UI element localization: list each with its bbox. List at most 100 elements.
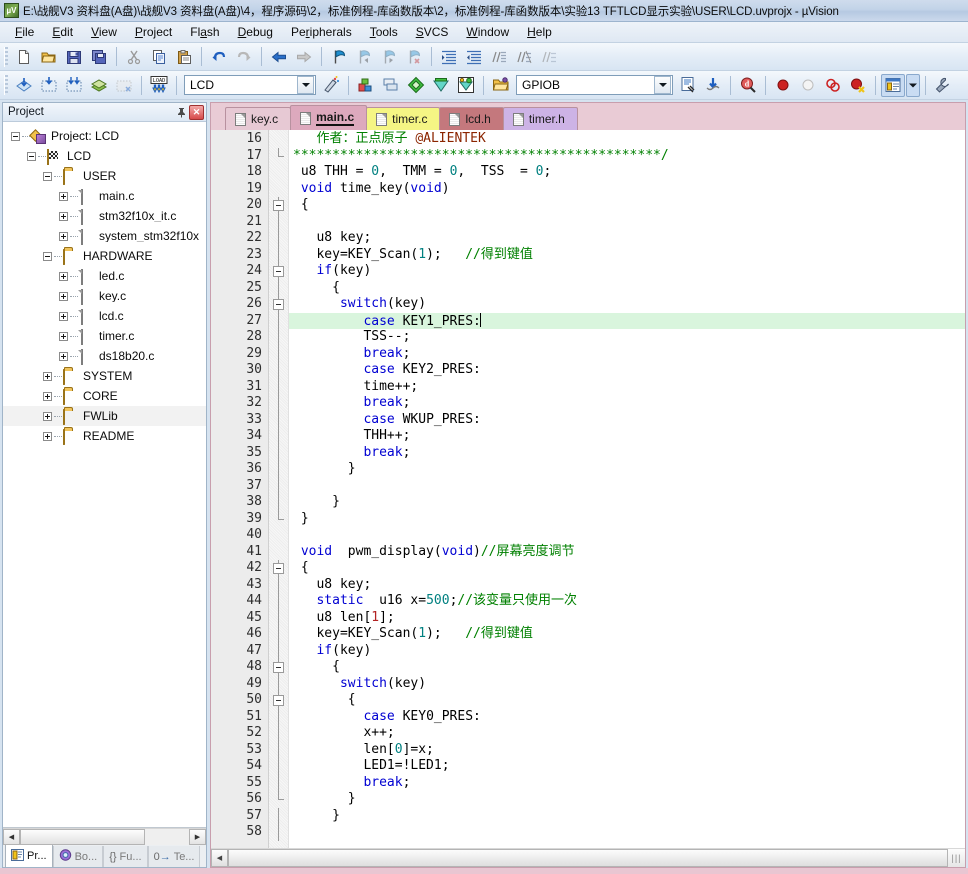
editor-tab-timer-h[interactable]: timer.h bbox=[502, 107, 578, 130]
tree-expander-minus-icon[interactable] bbox=[43, 251, 52, 261]
code-line[interactable] bbox=[289, 478, 965, 495]
bookmark-next-icon[interactable] bbox=[377, 45, 401, 68]
tree-expander-minus-icon[interactable] bbox=[27, 151, 36, 161]
code-line[interactable]: LED1=!LED1; bbox=[289, 758, 965, 775]
fold-collapse-icon[interactable] bbox=[273, 266, 284, 277]
build-icon[interactable] bbox=[37, 74, 61, 97]
copy-icon[interactable] bbox=[147, 45, 171, 68]
code-line[interactable]: key=KEY_Scan(1); //得到键值 bbox=[289, 247, 965, 264]
tree-item-core[interactable]: CORE bbox=[3, 386, 206, 406]
code-line[interactable]: time++; bbox=[289, 379, 965, 396]
pack-installer-icon[interactable] bbox=[404, 74, 428, 97]
code-line[interactable]: case KEY2_PRES: bbox=[289, 362, 965, 379]
resize-grip-icon[interactable]: ||| bbox=[948, 849, 965, 867]
bottom-tab-te[interactable]: 0→ Te... bbox=[147, 846, 201, 867]
comment-icon[interactable] bbox=[487, 45, 511, 68]
navigate-back-icon[interactable] bbox=[267, 45, 291, 68]
code-line[interactable]: } bbox=[289, 791, 965, 808]
chevron-down-icon[interactable] bbox=[297, 76, 314, 94]
bookmark-toggle-icon[interactable] bbox=[327, 45, 351, 68]
menu-tools[interactable]: Tools bbox=[361, 23, 407, 41]
tree-expander-plus-icon[interactable] bbox=[43, 371, 52, 381]
toolbar-grip[interactable] bbox=[4, 75, 8, 95]
code-line[interactable]: key=KEY_Scan(1); //得到键值 bbox=[289, 626, 965, 643]
chevron-down-icon[interactable] bbox=[654, 76, 671, 94]
menu-peripherals[interactable]: Peripherals bbox=[282, 23, 361, 41]
code-view[interactable]: 16 17 18 19 20 21 22 23 24 25 26 27 28 29 30 31 32 33 34 35… bbox=[211, 130, 965, 848]
code-line[interactable] bbox=[289, 824, 965, 841]
tree-expander-plus-icon[interactable] bbox=[43, 431, 52, 441]
code-line[interactable]: } bbox=[289, 461, 965, 478]
layout-dropdown-icon[interactable] bbox=[906, 73, 920, 97]
tree-item-lcd[interactable]: LCD bbox=[3, 146, 206, 166]
code-line[interactable]: ****************************************… bbox=[289, 148, 965, 165]
code-line[interactable]: void time_key(void) bbox=[289, 181, 965, 198]
tree-item-user[interactable]: USER bbox=[3, 166, 206, 186]
code-line[interactable]: { bbox=[289, 560, 965, 577]
tree-item-lcd-c[interactable]: lcd.c bbox=[3, 306, 206, 326]
code-line[interactable]: u8 THH = 0, TMM = 0, TSS = 0; bbox=[289, 164, 965, 181]
code-line[interactable] bbox=[289, 214, 965, 231]
code-line-current[interactable]: case KEY1_PRES: bbox=[289, 312, 965, 329]
code-line[interactable]: len[0]=x; bbox=[289, 742, 965, 759]
target-combo[interactable]: LCD bbox=[184, 75, 316, 95]
find-in-files-icon[interactable]: d bbox=[736, 74, 760, 97]
bookmark-clear-icon[interactable] bbox=[402, 45, 426, 68]
breakpoint-disable-all-icon[interactable] bbox=[821, 74, 845, 97]
source-browse-icon[interactable] bbox=[676, 74, 700, 97]
new-file-icon[interactable] bbox=[12, 45, 36, 68]
tree-item-led-c[interactable]: led.c bbox=[3, 266, 206, 286]
fold-marker[interactable] bbox=[269, 659, 288, 676]
editor-tab-timer-c[interactable]: timer.c bbox=[366, 107, 441, 130]
fold-collapse-icon[interactable] bbox=[273, 563, 284, 574]
menu-flash[interactable]: Flash bbox=[181, 23, 228, 41]
code-line[interactable]: { bbox=[289, 659, 965, 676]
tree-item-readme[interactable]: README bbox=[3, 426, 206, 446]
menu-edit[interactable]: Edit bbox=[43, 23, 82, 41]
fold-marker[interactable] bbox=[269, 692, 288, 709]
tree-item-project-lcd[interactable]: Project: LCD bbox=[3, 126, 206, 146]
menu-svcs[interactable]: SVCS bbox=[407, 23, 458, 41]
code-line[interactable]: break; bbox=[289, 775, 965, 792]
fold-marker[interactable] bbox=[269, 296, 288, 313]
fold-collapse-icon[interactable] bbox=[273, 200, 284, 211]
tree-expander-plus-icon[interactable] bbox=[59, 331, 68, 341]
tree-expander-plus-icon[interactable] bbox=[59, 191, 68, 201]
translate-icon[interactable] bbox=[12, 74, 36, 97]
save-icon[interactable] bbox=[62, 45, 86, 68]
code-line[interactable]: { bbox=[289, 280, 965, 297]
scroll-right-icon[interactable]: ▶ bbox=[189, 828, 206, 845]
uncomment-icon[interactable] bbox=[512, 45, 536, 68]
tree-expander-plus-icon[interactable] bbox=[59, 351, 68, 361]
tree-item-system[interactable]: SYSTEM bbox=[3, 366, 206, 386]
code-line[interactable]: 作者：正点原子 @ALIENTEK bbox=[289, 131, 965, 148]
target-options-icon[interactable] bbox=[319, 74, 343, 97]
batch-build-icon[interactable] bbox=[87, 74, 111, 97]
tree-expander-plus-icon[interactable] bbox=[59, 291, 68, 301]
scroll-left-icon[interactable]: ◀ bbox=[3, 828, 20, 845]
pin-icon[interactable] bbox=[174, 105, 189, 120]
project-tree[interactable]: Project: LCD LCD USER main.c stm32f10x_it.c s… bbox=[3, 122, 206, 827]
code-line[interactable]: break; bbox=[289, 395, 965, 412]
project-hscrollbar[interactable]: ◀ ▶ bbox=[3, 827, 206, 845]
code-line[interactable]: } bbox=[289, 494, 965, 511]
code-line[interactable]: } bbox=[289, 808, 965, 825]
tree-item-timer-c[interactable]: timer.c bbox=[3, 326, 206, 346]
open-folder-icon[interactable] bbox=[489, 74, 513, 97]
menu-help[interactable]: Help bbox=[518, 23, 561, 41]
scroll-thumb[interactable] bbox=[20, 828, 145, 845]
menu-file[interactable]: File bbox=[6, 23, 43, 41]
breakpoint-enable-icon[interactable] bbox=[796, 74, 820, 97]
tree-item-fwlib[interactable]: FWLib bbox=[3, 406, 206, 426]
code-line[interactable]: { bbox=[289, 197, 965, 214]
select-software-packs-icon[interactable] bbox=[454, 74, 478, 97]
code-line[interactable]: { bbox=[289, 692, 965, 709]
tree-item-system-stm32f10x[interactable]: system_stm32f10x bbox=[3, 226, 206, 246]
code-line[interactable]: void pwm_display(void)//屏幕亮度调节 bbox=[289, 544, 965, 561]
code-line[interactable]: switch(key) bbox=[289, 296, 965, 313]
indent-right-icon[interactable] bbox=[437, 45, 461, 68]
bottom-tab-pr[interactable]: Pr... bbox=[5, 844, 53, 867]
tree-item-stm32f10x-it-c[interactable]: stm32f10x_it.c bbox=[3, 206, 206, 226]
cut-icon[interactable] bbox=[122, 45, 146, 68]
tree-item-main-c[interactable]: main.c bbox=[3, 186, 206, 206]
